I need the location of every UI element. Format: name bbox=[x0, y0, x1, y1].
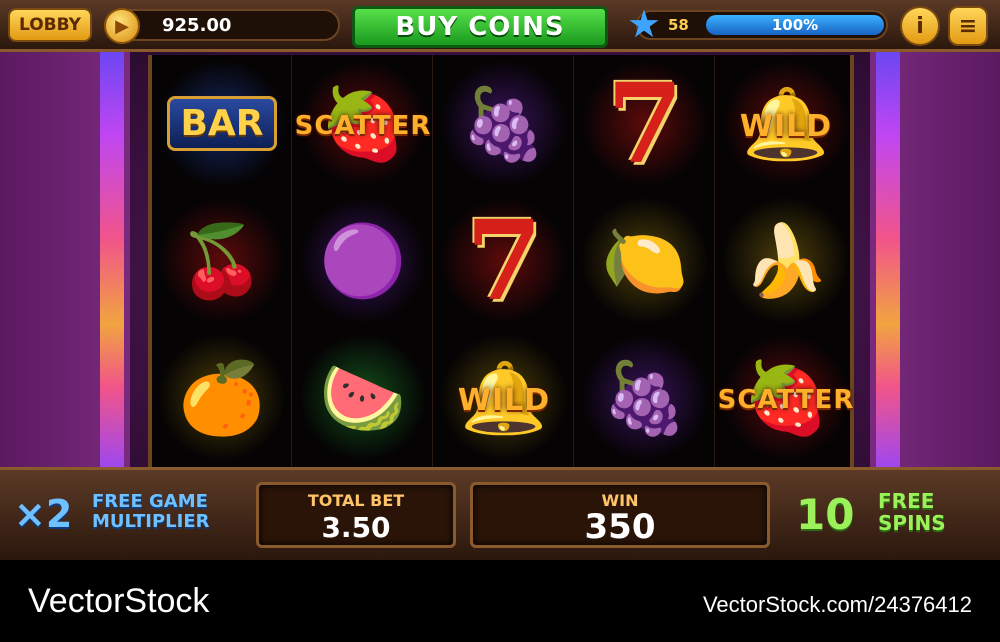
banana-symbol: 🍌 bbox=[742, 219, 830, 302]
lobby-button[interactable]: LOBBY bbox=[8, 8, 92, 42]
watermelon-symbol: 🍉 bbox=[319, 356, 407, 439]
reel-cell: 🍓 SCATTER bbox=[716, 329, 856, 466]
top-bar: LOBBY ▶ 925.00 BUY COINS ★ 58 100% i ≡ bbox=[0, 0, 1000, 52]
reel-cell: 🍌 bbox=[716, 192, 856, 329]
bar-symbol: BAR bbox=[167, 96, 277, 151]
right-light-strip bbox=[876, 52, 900, 470]
reel-cell: BAR bbox=[152, 55, 292, 192]
reel-cell: 🍒 bbox=[152, 192, 292, 329]
balance-value: 925.00 bbox=[162, 15, 232, 36]
total-bet-value: 3.50 bbox=[321, 511, 391, 544]
total-bet-panel[interactable]: TOTAL BET 3.50 bbox=[256, 482, 456, 548]
footer-brand: VectorStock bbox=[28, 582, 210, 620]
reel-cell: 🔔 WILD bbox=[716, 55, 856, 192]
win-value: 350 bbox=[584, 507, 656, 547]
reel-cell: 🍓 SCATTER bbox=[293, 55, 433, 192]
free-spins-count: 10 bbox=[796, 490, 855, 539]
info-button[interactable]: i bbox=[900, 6, 940, 46]
reel-cell: 🍇 bbox=[434, 55, 574, 192]
xp-bar: 100% bbox=[706, 15, 884, 35]
reel-cell: 🍊 bbox=[152, 329, 292, 466]
level-progress: ★ 58 100% bbox=[627, 4, 888, 44]
reel-cell: 🍉 bbox=[293, 329, 433, 466]
grapes-symbol: 🍇 bbox=[601, 356, 689, 439]
wild-label: WILD bbox=[739, 109, 833, 144]
scatter-label: SCATTER bbox=[717, 385, 855, 415]
total-bet-label: TOTAL BET bbox=[307, 491, 405, 510]
reel-cell: 🍋 bbox=[575, 192, 715, 329]
scatter-label: SCATTER bbox=[294, 111, 432, 141]
cherry-symbol: 🍒 bbox=[178, 219, 266, 302]
reel-4: 7 🍋 🍇 bbox=[575, 55, 715, 467]
reel-cell: 🟣 bbox=[293, 192, 433, 329]
multiplier-label: FREE GAME MULTIPLIER bbox=[92, 491, 210, 532]
free-spins-label: FREE SPINS bbox=[878, 489, 946, 535]
win-panel: WIN 350 bbox=[470, 482, 770, 548]
footer-url: VectorStock.com/24376412 bbox=[702, 592, 972, 617]
level-number: 58 bbox=[668, 16, 689, 34]
reel-cell: 🍇 bbox=[575, 329, 715, 466]
reel-3: 🍇 7 🔔 WILD bbox=[434, 55, 574, 467]
reel-2: 🍓 SCATTER 🟣 🍉 bbox=[293, 55, 433, 467]
reel-5: 🔔 WILD 🍌 🍓 SCATTER bbox=[716, 55, 856, 467]
wild-label: WILD bbox=[457, 383, 551, 418]
left-light-strip bbox=[100, 52, 124, 470]
plum-symbol: 🟣 bbox=[319, 219, 407, 302]
coin-icon: ▶ bbox=[104, 8, 140, 44]
slot-game: LOBBY ▶ 925.00 BUY COINS ★ 58 100% i ≡ B… bbox=[0, 0, 1000, 560]
grapes-symbol: 🍇 bbox=[460, 82, 548, 165]
seven-symbol: 7 bbox=[465, 196, 543, 325]
multiplier-value: ×2 bbox=[14, 492, 73, 536]
buy-coins-button[interactable]: BUY COINS bbox=[352, 6, 608, 48]
seven-symbol: 7 bbox=[606, 59, 684, 188]
reels-area: BAR 🍒 🍊 🍓 SCATTER 🟣 🍉 🍇 7 🔔 WILD 7 🍋 🍇 🔔… bbox=[148, 55, 856, 467]
lemon-symbol: 🍋 bbox=[601, 219, 689, 302]
reel-cell: 7 bbox=[434, 192, 574, 329]
coin-balance: ▶ 925.00 bbox=[104, 8, 340, 44]
orange-symbol: 🍊 bbox=[178, 356, 266, 439]
reel-cell: 🔔 WILD bbox=[434, 329, 574, 466]
watermark-footer: VectorStock VectorStock.com/24376412 bbox=[0, 560, 1000, 642]
bottom-panel: ×2 FREE GAME MULTIPLIER TOTAL BET 3.50 W… bbox=[0, 467, 1000, 560]
star-icon: ★ bbox=[626, 2, 662, 46]
reel-cell: 7 bbox=[575, 55, 715, 192]
reel-1: BAR 🍒 🍊 bbox=[152, 55, 292, 467]
menu-button[interactable]: ≡ bbox=[948, 6, 988, 46]
